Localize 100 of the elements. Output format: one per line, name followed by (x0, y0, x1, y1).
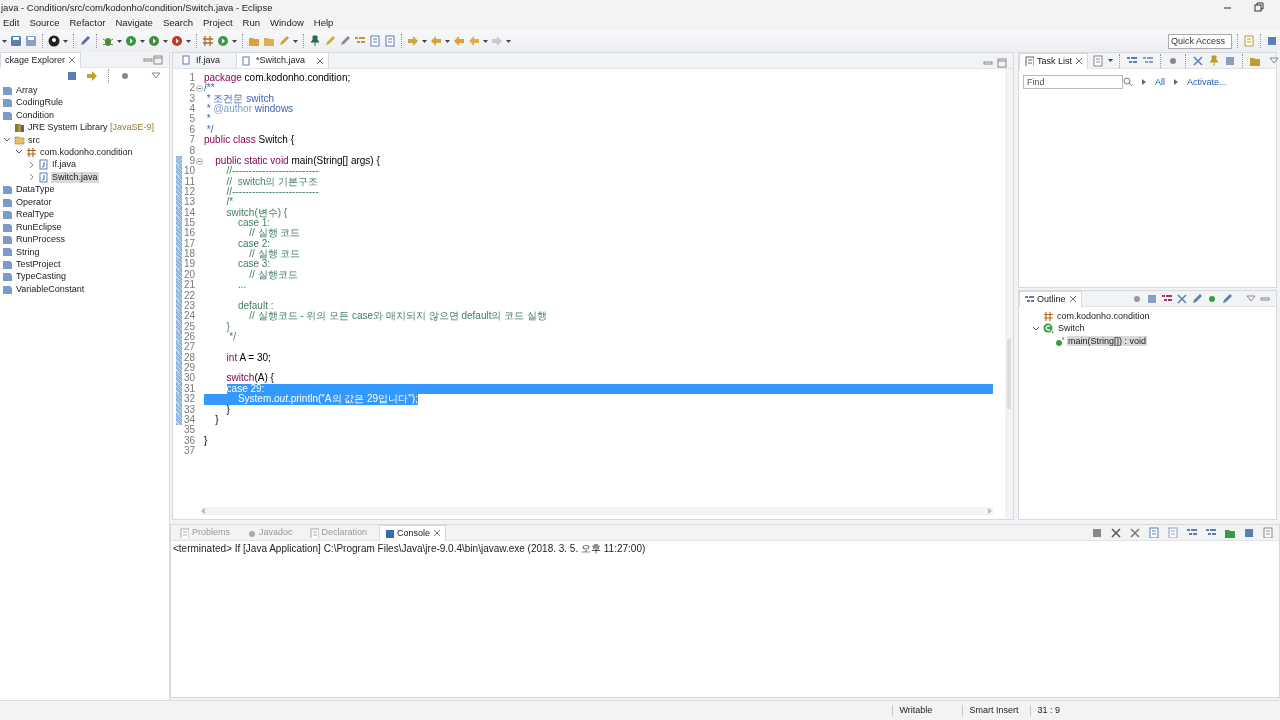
status-text: Writable (892, 705, 963, 716)
tree-item[interactable]: com.kodonho.condition (1056, 310, 1151, 322)
line-number: 2 (189, 83, 195, 94)
console-output: <terminated> If [Java Application] C:\Program Files\Java\jre-9.0.4\bin\javaw.exe (2018. 3. 5. 오후 11:27:00) (173, 543, 646, 554)
view-tab[interactable]: Outline (1019, 290, 1082, 307)
code-line: */ (205, 124, 214, 135)
code-line: } (226, 321, 230, 332)
tree-item[interactable]: RunProcess (15, 234, 67, 245)
menu-item[interactable]: Navigate (110, 16, 158, 29)
code-line: * (205, 114, 211, 125)
line-number: 33 (183, 404, 195, 415)
line-number: 3 (189, 93, 195, 104)
status-text: 31 : 9 (1030, 705, 1070, 716)
tree-item[interactable]: If.java (51, 159, 77, 171)
line-number: 13 (183, 197, 195, 208)
line-number: 20 (183, 269, 195, 280)
code-line: //-------------------------- (226, 186, 319, 197)
tree-item[interactable]: VariableConstant (15, 283, 86, 295)
code-line: // 실행 코드 (249, 249, 301, 260)
line-number: 6 (189, 124, 195, 135)
code-line: int A = 30; (226, 352, 271, 364)
code-line: } (204, 435, 208, 446)
code-line: switch(변수) { (226, 207, 288, 219)
view-tab[interactable]: Console (379, 524, 447, 541)
line-number: 17 (183, 238, 195, 249)
code-line: */ (228, 332, 237, 343)
line-number: 19 (183, 259, 195, 270)
tree-item[interactable]: Operator (15, 196, 53, 208)
menu-item[interactable]: Source (24, 16, 65, 29)
tree-item[interactable]: DataType (15, 184, 56, 196)
line-number: 15 (183, 218, 195, 229)
code-line: } (215, 414, 219, 426)
code-line: case 1: (237, 218, 271, 229)
tree-item[interactable]: Switch (1057, 323, 1086, 335)
line-number: 7 (189, 135, 195, 146)
menu-item[interactable]: Search (157, 16, 198, 29)
line-number: 18 (183, 249, 195, 260)
line-number: 23 (183, 300, 195, 311)
menu-item[interactable]: Window (265, 16, 309, 29)
code-line: switch(A) { (226, 373, 274, 384)
code-line: System.out.println("A의 값은 29입니다"); (237, 394, 418, 405)
line-number: 32 (183, 394, 195, 405)
tree-item[interactable]: com.kodonho.condition (39, 147, 134, 158)
line-number: 25 (183, 321, 195, 332)
code-line: case 2: (237, 238, 271, 249)
link[interactable]: All (1155, 76, 1165, 88)
tree-item[interactable]: src (27, 134, 41, 146)
code-line: * 조건문 switch (205, 93, 274, 104)
code-line: case 3: (237, 259, 271, 270)
editor-tab[interactable]: If.java (177, 52, 232, 68)
tree-item[interactable]: RealType (15, 209, 56, 220)
line-number: 5 (189, 114, 195, 125)
code-line: // switch의 기본구조 (226, 176, 319, 187)
line-number: 34 (183, 414, 195, 425)
line-number: 11 (184, 176, 195, 187)
code-line: public static void main(String[] args) { (215, 155, 380, 167)
line-number: 29 (183, 363, 195, 374)
line-number: 21 (183, 280, 195, 291)
line-number: 10 (183, 166, 195, 177)
view-tab[interactable]: ckage Explorer (0, 52, 82, 68)
menu-item[interactable]: Refactor (64, 16, 111, 29)
code-line: package com.kodonho.condition; (204, 73, 351, 84)
window-title: java - Condition/src/com/kodonho/condition/Switch.java - Eclipse (1, 1, 273, 14)
line-number: 37 (183, 445, 195, 456)
tree-item[interactable]: TestProject (15, 258, 62, 270)
tree-item[interactable]: Switch.java (51, 171, 99, 183)
tree-item[interactable]: JRE System Library [JavaSE-9] (27, 122, 156, 133)
status-text: Smart Insert (962, 705, 1031, 716)
line-number: 22 (183, 290, 195, 301)
tree-item[interactable]: String (15, 246, 41, 258)
line-number: 4 (189, 104, 195, 115)
editor-tab[interactable]: *Switch.java (236, 52, 330, 68)
view-tab[interactable]: Task List (1019, 52, 1088, 69)
menu-item[interactable]: Run (237, 16, 265, 29)
line-number: 31 (183, 383, 195, 394)
tree-item[interactable]: Array (15, 84, 39, 96)
tree-item[interactable]: main(String[]) : void (1067, 335, 1148, 347)
tree-item[interactable]: CodingRule (15, 97, 65, 109)
line-number: 1 (189, 73, 195, 83)
line-number: 26 (183, 332, 195, 342)
find-field[interactable]: Find (1023, 75, 1123, 89)
tree-item[interactable]: TypeCasting (15, 271, 68, 283)
quick-access-field[interactable]: Quick Access (1168, 33, 1232, 49)
code-line: } (226, 404, 230, 415)
line-number: 27 (183, 342, 195, 353)
code-line: // 실행 코드 (249, 228, 301, 239)
link[interactable]: Activate... (1187, 76, 1227, 88)
line-number: 24 (183, 311, 195, 322)
line-number: 36 (183, 435, 195, 446)
line-number: 14 (183, 207, 195, 218)
menu-item[interactable]: Help (308, 16, 339, 29)
code-line: // 실행코드 (249, 269, 298, 281)
code-line: case 29: (226, 383, 265, 394)
line-number: 12 (183, 186, 195, 197)
tree-item[interactable]: RunEclipse (15, 221, 63, 233)
line-number: 8 (189, 145, 195, 156)
menu-item[interactable]: Project (198, 16, 238, 29)
tree-item[interactable]: Condition (15, 109, 56, 121)
line-number: 16 (183, 228, 195, 239)
menu-item[interactable]: Edit (0, 16, 25, 29)
